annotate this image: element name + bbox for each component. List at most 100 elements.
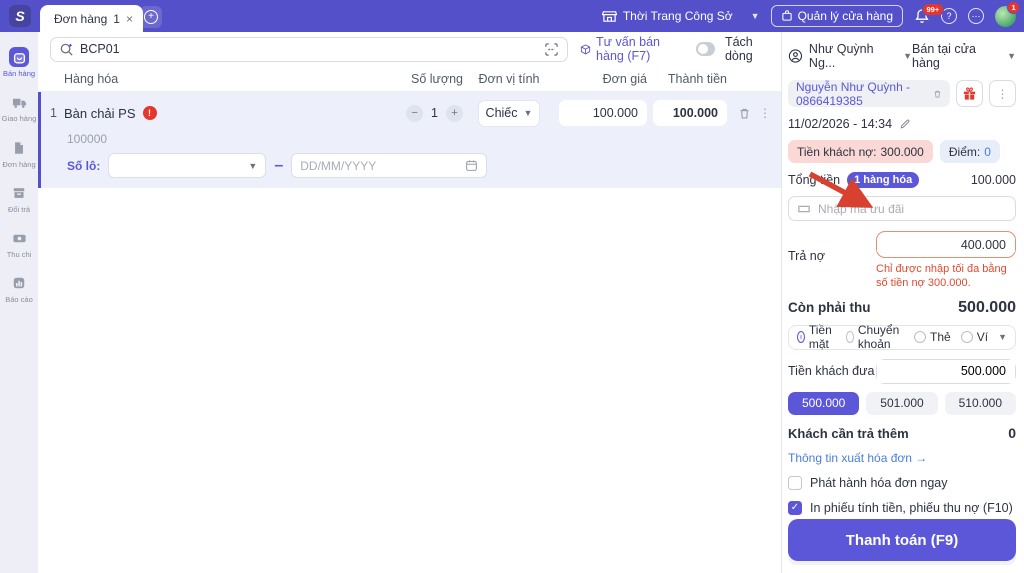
unit-price-input[interactable]: 100.000	[559, 100, 647, 126]
trash-icon[interactable]	[738, 107, 751, 120]
new-tab-button[interactable]: +	[140, 6, 162, 28]
promo-code-field[interactable]	[788, 196, 1016, 221]
toggle-knob	[697, 44, 708, 54]
item-count-badge: 1 hàng hóa	[847, 172, 920, 188]
store-name: Thời Trang Công Sở	[622, 9, 733, 23]
unit-select[interactable]: Chiếc ▼	[478, 100, 540, 126]
unit-value: Chiếc	[485, 106, 518, 120]
sidebar-item-bao-cao[interactable]: Báo cáo	[0, 268, 38, 310]
expiry-date-field[interactable]	[291, 153, 488, 178]
pay-button[interactable]: Thanh toán (F9)	[788, 519, 1016, 561]
print-receipt-label: In phiếu tính tiền, phiếu thu nợ (F10)	[810, 500, 1013, 515]
radio-the[interactable]: Thẻ	[914, 330, 951, 344]
row-more-icon[interactable]: ⋮	[759, 106, 771, 120]
radio-tien-mat[interactable]: Tiền mặt	[797, 323, 836, 351]
sidebar-item-giao-hang[interactable]: Giao hàng	[0, 87, 38, 129]
lot-select[interactable]: ▼	[108, 153, 267, 178]
manage-icon	[781, 10, 792, 21]
product-search-input[interactable]	[80, 42, 538, 56]
tab-close-icon[interactable]: ×	[126, 12, 133, 26]
header-unit: Đơn vị tính	[478, 71, 540, 86]
account-menu[interactable]: 1	[995, 0, 1021, 27]
app-logo-icon[interactable]: S	[9, 5, 31, 27]
denomination-button-2[interactable]: 501.000	[866, 391, 938, 415]
chart-icon	[9, 273, 29, 293]
radio-dot	[914, 331, 927, 344]
sidebar-item-thu-chi[interactable]: Thu chi	[0, 223, 38, 265]
ellipsis-icon: ⋯	[971, 10, 981, 21]
more-button[interactable]: ⋯	[968, 8, 984, 24]
gift-icon	[963, 87, 976, 100]
points-chip: Điểm: 0	[939, 140, 1000, 163]
order-toolbar: Tư vấn bán hàng (F7) Tách dòng	[38, 32, 781, 66]
radio-chuyen-khoan[interactable]: Chuyển khoản	[845, 323, 904, 352]
more-options-button[interactable]: ⋮	[989, 80, 1016, 107]
header-price: Đơn giá	[602, 71, 647, 86]
promo-code-input[interactable]	[818, 201, 1007, 216]
search-plus-icon	[60, 43, 73, 56]
remove-customer-icon[interactable]	[933, 88, 942, 100]
customer-select[interactable]: Như Quỳnh Ng... ▼	[788, 42, 912, 70]
tab-order[interactable]: Đơn hàng 1 ×	[40, 5, 143, 32]
change-label: Khách cần trả thêm	[788, 425, 909, 441]
chevron-down-icon[interactable]: ▼	[998, 332, 1007, 342]
document-icon	[9, 138, 29, 158]
debt-pay-field[interactable]	[876, 231, 1016, 258]
cash-given-input[interactable]	[877, 359, 1015, 383]
sidebar-item-don-hang[interactable]: Đơn hàng	[0, 133, 38, 175]
checkout-panel: Như Quỳnh Ng... ▼ Bán tại cửa hàng ▼ Ngu…	[783, 32, 1024, 573]
chevron-down-icon: ▼	[248, 160, 258, 171]
issue-invoice-label: Phát hành hóa đơn ngay	[810, 475, 948, 490]
radio-label: Thẻ	[930, 330, 951, 345]
notifications-button[interactable]: 99+	[914, 3, 944, 24]
coupon-icon	[798, 205, 810, 212]
plus-icon: +	[144, 10, 158, 24]
cash-given-field[interactable]	[876, 358, 1016, 384]
sidebar-item-doi-tra[interactable]: Đổi trả	[0, 178, 38, 220]
store-selector[interactable]: Thời Trang Công Sở ▼	[601, 9, 760, 24]
row-error-icon: !	[142, 106, 157, 120]
notification-badge: 99+	[922, 3, 944, 16]
invoice-info-link[interactable]: Thông tin xuất hóa đơn →	[788, 451, 1016, 465]
lot-dash: –	[274, 156, 284, 174]
print-receipt-option[interactable]: ✓ In phiếu tính tiền, phiếu thu nợ (F10)	[788, 500, 1016, 515]
qty-value[interactable]: 1	[431, 106, 438, 120]
chevron-down-icon: ▼	[523, 108, 533, 118]
issue-invoice-option[interactable]: Phát hành hóa đơn ngay	[788, 475, 1016, 490]
radio-vi[interactable]: Ví	[960, 330, 988, 344]
avatar-badge: 1	[1007, 0, 1021, 14]
split-line-toggle[interactable]	[695, 42, 715, 56]
product-search[interactable]	[50, 36, 568, 62]
total-value: 100.000	[970, 173, 1016, 187]
manage-store-label: Quản lý cửa hàng	[797, 9, 893, 23]
promotion-button[interactable]	[956, 80, 983, 107]
radio-label: Tiền mặt	[808, 323, 832, 352]
table-row[interactable]: 1 Bàn chải PS ! − 1 + Chiếc ▼ 100.000 10…	[38, 92, 781, 188]
checkbox-checked[interactable]: ✓	[788, 500, 802, 515]
manage-store-button[interactable]: Quản lý cửa hàng	[770, 5, 903, 27]
cube-icon	[580, 44, 591, 55]
radio-dot	[845, 331, 854, 344]
denomination-button-3[interactable]: 510.000	[944, 391, 1016, 415]
expiry-date-input[interactable]	[300, 158, 460, 173]
sidebar-item-label: Bán hàng	[2, 69, 36, 78]
qty-plus-button[interactable]: +	[446, 104, 463, 122]
header-product: Hàng hóa	[64, 71, 119, 86]
barcode-scan-icon[interactable]	[544, 42, 559, 57]
debt-pay-input[interactable]	[877, 237, 1015, 252]
sidebar-item-ban-hang[interactable]: Bán hàng	[0, 42, 38, 84]
checkbox-unchecked[interactable]	[788, 475, 802, 490]
person-icon	[788, 49, 803, 63]
points-label: Điểm:	[948, 144, 981, 159]
consult-sale-button[interactable]: Tư vấn bán hàng (F7)	[580, 35, 686, 63]
customer-chip[interactable]: Nguyễn Như Quỳnh - 0866419385	[788, 80, 950, 108]
pos-app: S Đơn hàng 1 × + Thời Trang Công Sở ▼ Qu…	[0, 0, 1024, 573]
line-total[interactable]: 100.000	[653, 100, 727, 126]
denomination-button-1[interactable]: 500.000	[788, 391, 860, 415]
qty-minus-button[interactable]: −	[406, 104, 424, 122]
row-index: 1	[50, 106, 57, 120]
channel-select[interactable]: Bán tại cửa hàng ▼	[912, 42, 1016, 70]
radio-label: Chuyển khoản	[857, 323, 900, 352]
payment-method-group: Tiền mặt Chuyển khoản Thẻ Ví ▼	[788, 323, 1016, 352]
edit-pencil-icon[interactable]	[899, 118, 911, 130]
